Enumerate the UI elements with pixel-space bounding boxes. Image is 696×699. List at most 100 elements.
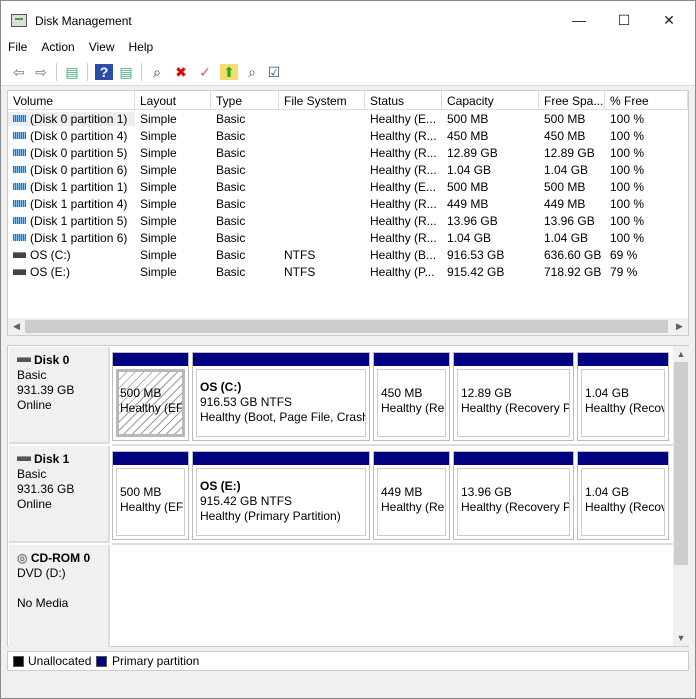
partition-color-bar xyxy=(454,452,573,465)
table-cell: Healthy (R... xyxy=(370,163,437,177)
table-cell: Basic xyxy=(216,129,246,143)
scroll-left-icon[interactable]: ◀ xyxy=(8,318,25,335)
table-row[interactable]: (Disk 1 partition 1) Simple Basic Healthy (… xyxy=(8,178,688,195)
table-cell: Simple xyxy=(140,112,177,126)
back-icon[interactable]: ⇦ xyxy=(10,64,28,80)
partition-block[interactable]: 449 MB Healthy (Rec xyxy=(373,451,450,540)
table-cell: 449 MB xyxy=(544,197,586,211)
table-row[interactable]: (Disk 0 partition 1) Simple Basic Healthy (… xyxy=(8,110,688,127)
cdrom-drive: DVD (D:) xyxy=(17,566,66,580)
partition-color-bar xyxy=(193,353,369,366)
table-cell: 916.53 GB xyxy=(447,248,505,262)
disk-label-cdrom-0[interactable]: ◎ CD-ROM 0 DVD (D:) No Media xyxy=(9,545,110,647)
table-row[interactable]: (Disk 1 partition 4) Simple Basic Healthy (… xyxy=(8,195,688,212)
menu-view[interactable]: View xyxy=(82,37,122,54)
table-cell: Basic xyxy=(216,146,246,160)
volume-icon xyxy=(13,166,26,173)
table-cell: (Disk 1 partition 4) xyxy=(8,197,135,211)
partition-details: 12.89 GB Healthy (Recovery Pa xyxy=(457,369,570,437)
column-header[interactable]: Status xyxy=(365,91,442,110)
table-row[interactable]: (Disk 0 partition 6) Simple Basic Healthy (… xyxy=(8,161,688,178)
table-row[interactable]: (Disk 0 partition 4) Simple Basic Healthy (… xyxy=(8,127,688,144)
disk-label-disk-0[interactable]: Disk 0 Basic 931.39 GB Online xyxy=(9,347,110,444)
menu-bar: File Action View Help xyxy=(1,37,695,58)
volume-icon xyxy=(13,115,26,122)
minimize-button[interactable]: — xyxy=(556,5,602,35)
disk-name: Disk 1 xyxy=(34,452,70,466)
show-hide-console-tree-icon[interactable]: ▤ xyxy=(63,64,81,80)
partition-details: 1.04 GB Healthy (Recov xyxy=(581,468,665,536)
partition-details: OS (E:) 915.42 GB NTFS Healthy (Primary Pa… xyxy=(196,468,366,536)
maximize-button[interactable]: ☐ xyxy=(601,5,647,35)
partition-block[interactable]: 450 MB Healthy (Rec xyxy=(373,352,450,441)
partition-block[interactable]: 12.89 GB Healthy (Recovery Pa xyxy=(453,352,574,441)
scroll-up-icon[interactable]: ▲ xyxy=(673,346,689,363)
column-header[interactable]: Volume xyxy=(8,91,135,110)
menu-file[interactable]: File xyxy=(1,37,34,54)
partition-color-bar xyxy=(454,353,573,366)
partition-block[interactable]: 500 MB Healthy (EFI xyxy=(112,352,189,441)
horizontal-scrollbar[interactable]: ◀ ▶ xyxy=(8,318,688,335)
table-cell: 100 % xyxy=(610,163,645,177)
disk-label-disk-1[interactable]: Disk 1 Basic 931.36 GB Online xyxy=(9,446,110,543)
toolbar-separator xyxy=(56,63,57,81)
open-folder-icon[interactable]: ⬆ xyxy=(220,64,238,80)
scrollbar-thumb[interactable] xyxy=(25,320,668,333)
scroll-down-icon[interactable]: ▼ xyxy=(673,630,689,647)
table-row[interactable]: (Disk 0 partition 5) Simple Basic Healthy (… xyxy=(8,144,688,161)
column-header[interactable]: Free Spa... xyxy=(539,91,605,110)
help-icon[interactable]: ? xyxy=(95,64,113,80)
table-cell: Healthy (B... xyxy=(370,248,437,262)
vertical-scrollbar[interactable]: ▲ ▼ xyxy=(673,346,689,646)
settings-list-icon[interactable]: ☑ xyxy=(265,64,283,80)
volume-name: (Disk 1 partition 1) xyxy=(30,180,128,194)
table-cell: 100 % xyxy=(610,231,645,245)
table-row[interactable]: (Disk 1 partition 5) Simple Basic Healthy (… xyxy=(8,212,688,229)
title-bar: Disk Management — ☐ ✕ xyxy=(1,1,695,37)
partition-block[interactable]: 13.96 GB Healthy (Recovery Pa xyxy=(453,451,574,540)
partition-color-bar xyxy=(193,452,369,465)
legend-unallocated: Unallocated xyxy=(28,654,92,668)
partition-title: OS (C:) xyxy=(200,380,242,394)
table-row[interactable]: (Disk 1 partition 6) Simple Basic Healthy (… xyxy=(8,229,688,246)
table-cell: Simple xyxy=(140,265,177,279)
column-header[interactable]: Capacity xyxy=(442,91,539,110)
partition-details: 500 MB Healthy (EFI xyxy=(116,369,185,437)
column-header[interactable]: % Free xyxy=(605,91,688,110)
table-row[interactable]: OS (E:) Simple Basic NTFS Healthy (P... 915.4… xyxy=(8,263,688,280)
explore-icon[interactable]: ⌕ xyxy=(243,64,261,80)
column-header[interactable]: Type xyxy=(211,91,279,110)
table-cell: Simple xyxy=(140,146,177,160)
scrollbar-thumb[interactable] xyxy=(674,362,688,565)
properties-icon[interactable]: ✓ xyxy=(196,64,214,80)
partition-block[interactable]: 1.04 GB Healthy (Recov xyxy=(577,352,669,441)
forward-icon[interactable]: ⇨ xyxy=(32,64,50,80)
show-hide-action-pane-icon[interactable]: ▤ xyxy=(117,64,135,80)
menu-action[interactable]: Action xyxy=(34,37,81,54)
table-cell: 1.04 GB xyxy=(544,231,589,245)
menu-help[interactable]: Help xyxy=(122,37,161,54)
disk-graphical-view: Disk 0 Basic 931.39 GB Online Disk 1 Bas… xyxy=(7,345,689,647)
table-cell: (Disk 1 partition 5) xyxy=(8,214,135,228)
table-cell: Healthy (R... xyxy=(370,231,437,245)
column-header[interactable]: File System xyxy=(279,91,365,110)
connect-virtual-disk-icon[interactable]: ⌕ xyxy=(148,64,166,80)
partition-color-bar xyxy=(374,353,449,366)
table-cell: 12.89 GB xyxy=(447,146,498,160)
partition-details: 13.96 GB Healthy (Recovery Pa xyxy=(457,468,570,536)
table-cell: 69 % xyxy=(610,248,638,262)
partition-color-bar xyxy=(578,353,668,366)
partition-size: 13.96 GB xyxy=(461,485,512,499)
partition-block[interactable]: OS (E:) 915.42 GB NTFS Healthy (Primary Pa… xyxy=(192,451,370,540)
table-cell: 13.96 GB xyxy=(447,214,498,228)
table-row[interactable]: OS (C:) Simple Basic NTFS Healthy (B... 916.5… xyxy=(8,246,688,263)
partition-block[interactable]: 1.04 GB Healthy (Recov xyxy=(577,451,669,540)
column-header[interactable]: Layout xyxy=(135,91,211,110)
partition-block[interactable]: 500 MB Healthy (EFI xyxy=(112,451,189,540)
partition-status: Healthy (EFI xyxy=(120,401,185,415)
scroll-right-icon[interactable]: ▶ xyxy=(671,318,688,335)
delete-icon[interactable]: ✖ xyxy=(172,64,190,80)
table-cell: (Disk 0 partition 5) xyxy=(8,146,135,160)
close-button[interactable]: ✕ xyxy=(646,5,692,35)
partition-block[interactable]: OS (C:) 916.53 GB NTFS Healthy (Boot, Page… xyxy=(192,352,370,441)
